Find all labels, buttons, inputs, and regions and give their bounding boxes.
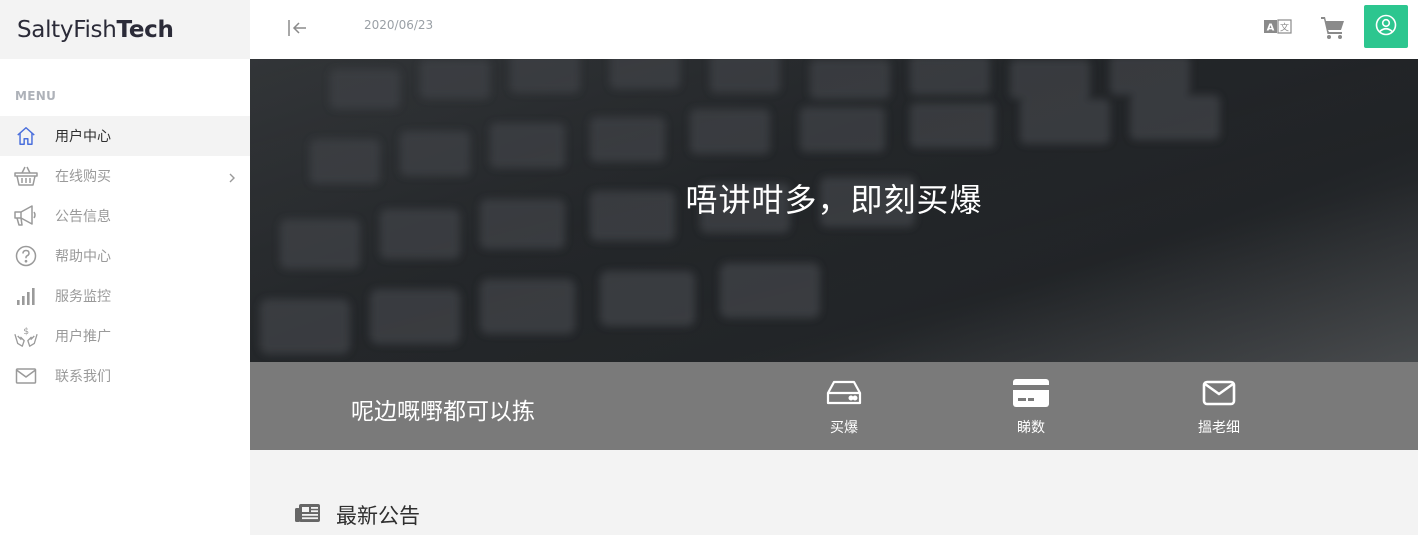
hero-title: 唔讲咁多，即刻买爆 [685,181,983,219]
home-icon [14,124,38,148]
megaphone-icon [14,204,38,228]
brand-name-bold: Tech [116,16,174,43]
basket-icon [14,164,38,188]
hard-drive-icon [804,377,884,409]
quick-actions-bar: 呢边嘅嘢都可以拣 买爆 睇数 搵老细 [250,362,1418,450]
sidebar-item-contact-us[interactable]: 联系我们 [0,356,250,396]
newspaper-icon [295,503,321,527]
user-menu-button[interactable] [1364,5,1408,48]
brand-header: SaltyFishTech [0,0,250,59]
sidebar-item-label: 用户中心 [55,129,111,145]
announcements-header: 最新公告 [295,500,420,530]
quick-actions-text: 呢边嘅嘢都可以拣 [351,399,535,425]
svg-text:A: A [1267,23,1275,34]
envelope-icon [1179,377,1259,409]
collapse-sidebar-icon[interactable] [286,16,310,40]
svg-text:文: 文 [1280,21,1289,33]
sidebar-item-label: 联系我们 [55,369,111,385]
buy-action-button[interactable]: 买爆 [804,377,884,437]
billing-action-button[interactable]: 睇数 [991,377,1071,437]
topbar: 2020/06/23 A文 [250,0,1418,59]
sidebar-item-label: 用户推广 [55,329,111,345]
chevron-right-icon [228,169,236,188]
announcements-title: 最新公告 [336,504,420,528]
sidebar-item-label: 公告信息 [55,209,111,225]
sidebar-item-label: 在线购买 [55,169,111,185]
sidebar-item-help-center[interactable]: 帮助中心 [0,236,250,276]
brand-name-light: SaltyFish [17,16,117,43]
svg-text:$: $ [23,326,29,337]
action-label: 搵老细 [1198,420,1240,436]
hero-banner: 唔讲咁多，即刻买爆 [250,59,1418,362]
sidebar: SaltyFishTech MENU 用户中心 在线购买 公告信息 帮助中心 服… [0,0,250,535]
current-date: 2020/06/23 [364,18,434,32]
question-circle-icon [14,244,38,268]
cart-icon[interactable] [1320,14,1346,40]
envelope-icon [14,364,38,388]
sidebar-item-announcements[interactable]: 公告信息 [0,196,250,236]
sidebar-item-user-center[interactable]: 用户中心 [0,116,250,156]
user-circle-icon [1375,14,1397,40]
hands-dollar-icon: $ [14,324,38,348]
action-label: 买爆 [830,420,858,436]
latest-announcements-section: 最新公告 [250,450,1418,535]
credit-card-icon [991,377,1071,409]
sidebar-item-user-promotion[interactable]: $ 用户推广 [0,316,250,356]
signal-bars-icon [14,284,38,308]
sidebar-item-online-purchase[interactable]: 在线购买 [0,156,250,196]
menu-title: MENU [15,89,57,103]
sidebar-item-service-monitor[interactable]: 服务监控 [0,276,250,316]
translate-icon[interactable]: A文 [1264,18,1292,36]
contact-boss-action-button[interactable]: 搵老细 [1179,377,1259,437]
sidebar-item-label: 服务监控 [55,289,111,305]
sidebar-item-label: 帮助中心 [55,249,111,265]
brand-logo[interactable]: SaltyFishTech [17,17,174,43]
action-label: 睇数 [1017,420,1045,436]
